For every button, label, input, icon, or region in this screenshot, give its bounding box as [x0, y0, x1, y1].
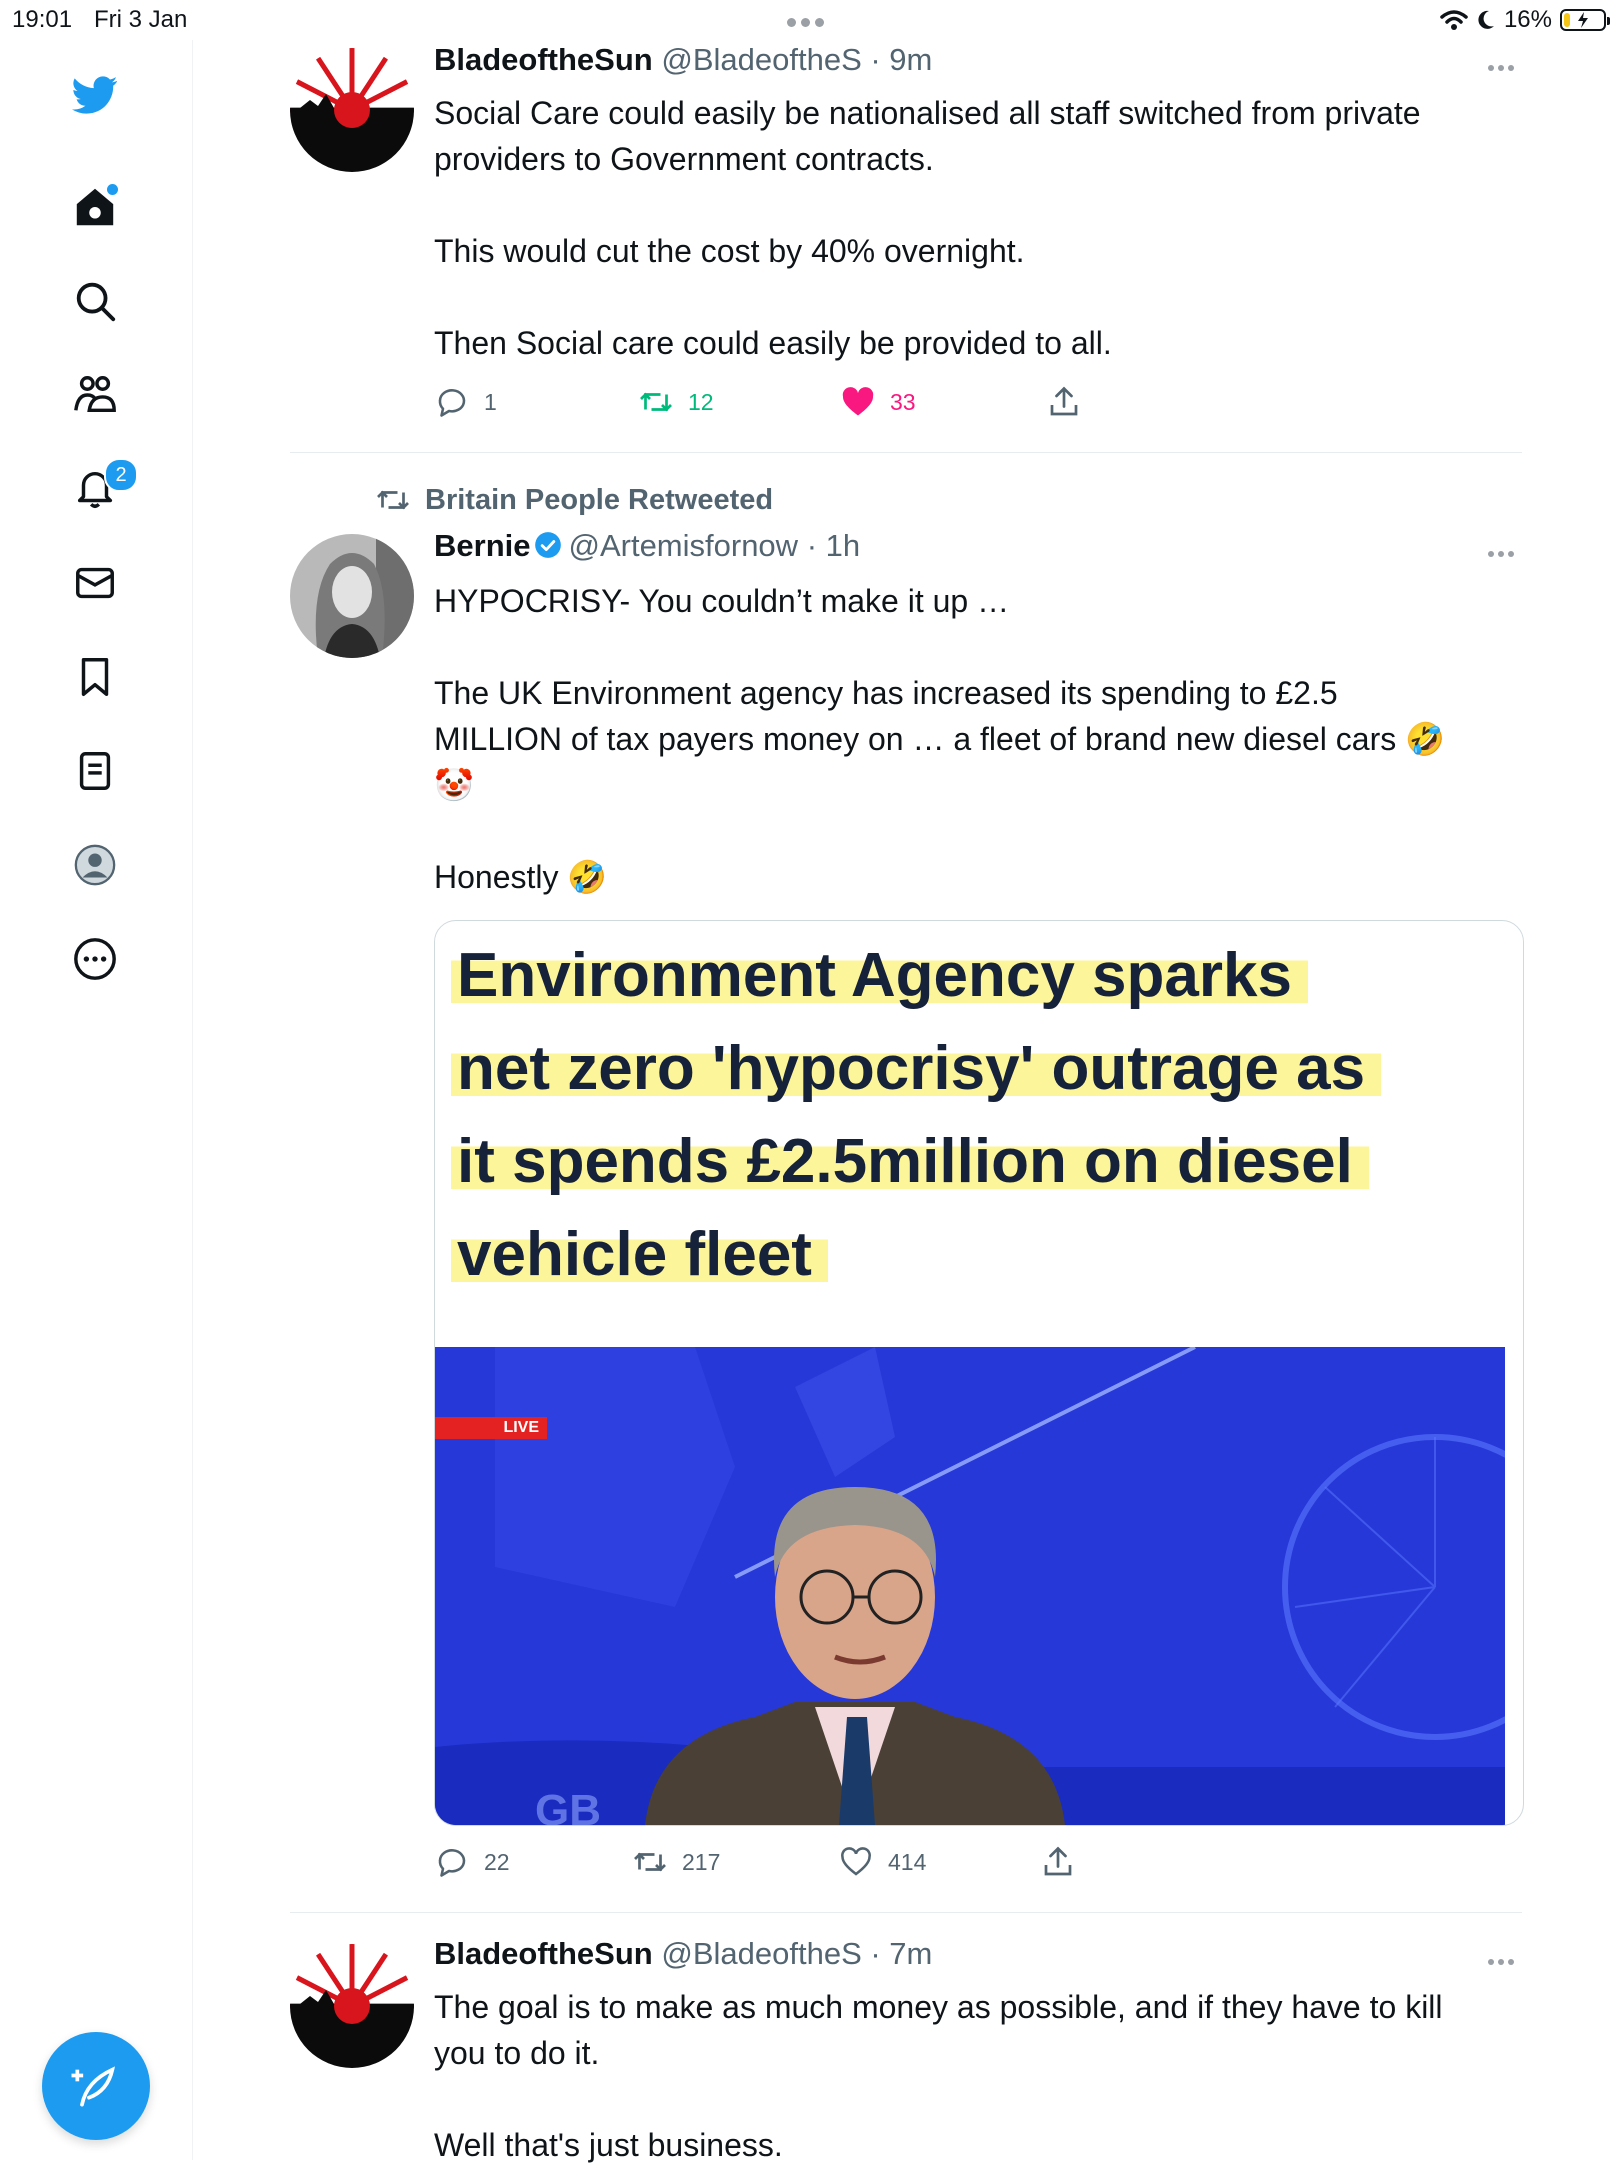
share-button[interactable]: [1046, 382, 1082, 422]
avatar[interactable]: [290, 48, 414, 172]
home-new-dot: [107, 184, 118, 195]
home-icon[interactable]: [64, 176, 126, 238]
tweet-text-line: HYPOCRISY- You couldn’t make it up …: [434, 583, 1010, 619]
reply-button[interactable]: 1: [434, 382, 497, 422]
multitasking-dots-icon[interactable]: [787, 14, 829, 32]
tweet-text-line: you to do it.: [434, 2035, 600, 2071]
share-icon: [1050, 386, 1078, 416]
status-indicators: 16%: [1440, 4, 1610, 36]
status-bar: 19:01 Fri 3 Jan 16%: [0, 0, 1620, 40]
tweet-text: HYPOCRISY- You couldn’t make it up … The…: [434, 578, 1520, 900]
battery-percent: 16%: [1503, 6, 1552, 33]
communities-icon[interactable]: [64, 364, 126, 426]
headline-line: Environment Agency sparks: [451, 941, 1308, 1010]
tweet-more-icon[interactable]: [1488, 1952, 1520, 1965]
author-handle[interactable]: @BladeoftheS: [661, 42, 861, 77]
retweet-icon: [634, 1852, 666, 1872]
battery-icon: [1560, 9, 1610, 31]
share-icon: [1044, 1846, 1072, 1876]
retweet-icon: [377, 490, 409, 510]
tweet-text: The goal is to make as much money as pos…: [434, 1984, 1520, 2168]
tweet-time[interactable]: · 9m: [870, 42, 932, 77]
author-name[interactable]: BladeoftheSun: [434, 42, 653, 77]
compose-tweet-button[interactable]: [42, 2032, 150, 2140]
notification-count-badge: 2: [104, 458, 138, 492]
twitter-logo-icon[interactable]: [64, 64, 126, 126]
share-button[interactable]: [1040, 1842, 1076, 1882]
search-icon[interactable]: [64, 270, 126, 332]
tweet-time[interactable]: · 1h: [807, 528, 860, 563]
tweet-more-icon[interactable]: [1488, 544, 1520, 557]
sidebar-nav: 2: [0, 40, 193, 2160]
tweet-header: Bernie @Artemisfornow · 1h: [434, 528, 860, 564]
avatar[interactable]: [290, 1944, 414, 2068]
reply-count: 22: [484, 1848, 510, 1875]
status-time: 19:01: [12, 6, 73, 33]
avatar[interactable]: [290, 534, 414, 658]
heart-icon: [841, 1847, 871, 1876]
bookmarks-icon[interactable]: [64, 646, 126, 708]
heart-filled-icon: [842, 387, 874, 416]
retweeted-by[interactable]: Britain People Retweeted: [375, 482, 773, 518]
retweeted-by-label: Britain People Retweeted: [425, 483, 774, 516]
author-name[interactable]: Bernie: [434, 528, 530, 563]
tweet-text-line: Then Social care could easily be provide…: [434, 325, 1112, 361]
tweet-text-line: The goal is to make as much money as pos…: [434, 1989, 1443, 2025]
headline-line: net zero 'hypocrisy' outrage as: [451, 1034, 1382, 1103]
author-handle[interactable]: @Artemisfornow: [568, 528, 798, 563]
tweet-text-line: MILLION of tax payers money on … a fleet…: [434, 721, 1445, 757]
more-options-icon[interactable]: [64, 928, 126, 990]
reply-icon: [438, 1849, 466, 1877]
tweet-text-line: This would cut the cost by 40% overnight…: [434, 233, 1025, 269]
retweet-count: 12: [688, 388, 714, 415]
tweet-header: BladeoftheSun @BladeoftheS · 7m: [434, 1936, 932, 1972]
reply-count: 1: [484, 388, 497, 415]
retweet-count: 217: [682, 1848, 721, 1875]
like-count: 414: [888, 1848, 927, 1875]
tweet-text-line: 🤡: [434, 767, 474, 803]
tweet-text-line: Social Care could easily be nationalised…: [434, 95, 1421, 131]
author-handle[interactable]: @BladeoftheS: [661, 1936, 861, 1971]
media-headline: Environment Agency sparks net zero 'hypo…: [451, 929, 1511, 1301]
notifications-bell-icon[interactable]: 2: [64, 458, 138, 520]
status-date: Fri 3 Jan: [94, 6, 188, 33]
like-button[interactable]: 414: [838, 1842, 926, 1882]
author-name[interactable]: BladeoftheSun: [434, 1936, 653, 1971]
tweet-divider: [290, 452, 1522, 453]
tweet-more-icon[interactable]: [1488, 58, 1520, 71]
verified-badge-icon: [535, 532, 562, 558]
tweet-text-line: Honestly 🤣: [434, 859, 608, 895]
tweet-media-image[interactable]: Environment Agency sparks net zero 'hypo…: [434, 920, 1524, 1826]
tweet-time[interactable]: · 7m: [870, 1936, 932, 1971]
tweet-text: Social Care could easily be nationalised…: [434, 90, 1520, 366]
retweet-button[interactable]: 217: [632, 1842, 720, 1882]
moon-icon: [1478, 10, 1494, 29]
tweet-3[interactable]: BladeoftheSun @BladeoftheS · 7m The goal…: [290, 1936, 1520, 2163]
retweet-button[interactable]: 12: [638, 382, 714, 422]
headline-line: vehicle fleet: [451, 1220, 828, 1289]
tv-screenshot: GB LIVE: [435, 1347, 1505, 1825]
tweet-text-line: The UK Environment agency has increased …: [434, 675, 1338, 711]
profile-avatar-icon[interactable]: [64, 834, 126, 896]
wifi-icon: [1440, 10, 1468, 30]
lists-icon[interactable]: [64, 740, 126, 802]
tweet-actions: 1 12 33: [434, 382, 1520, 422]
retweet-icon: [640, 392, 672, 412]
like-button[interactable]: 33: [840, 382, 916, 422]
reply-icon: [438, 389, 466, 417]
headline-line: it spends £2.5million on diesel: [451, 1127, 1369, 1196]
tweet-header: BladeoftheSun @BladeoftheS · 9m: [434, 42, 932, 78]
compose-feather-icon: [71, 2066, 115, 2107]
tweet-text-line: providers to Government contracts.: [434, 141, 934, 177]
svg-text:GB: GB: [535, 1786, 601, 1825]
reply-button[interactable]: 22: [434, 1842, 510, 1882]
tweet-divider: [290, 1912, 1522, 1913]
tweet-1[interactable]: BladeoftheSun @BladeoftheS · 9m Social C…: [290, 40, 1520, 440]
messages-envelope-icon[interactable]: [64, 552, 126, 614]
tweet-text-line: Well that's just business.: [434, 2127, 783, 2163]
live-badge: LIVE: [435, 1417, 547, 1439]
like-count: 33: [890, 388, 916, 415]
tweet-actions: 22 217 414: [434, 1842, 1520, 1882]
